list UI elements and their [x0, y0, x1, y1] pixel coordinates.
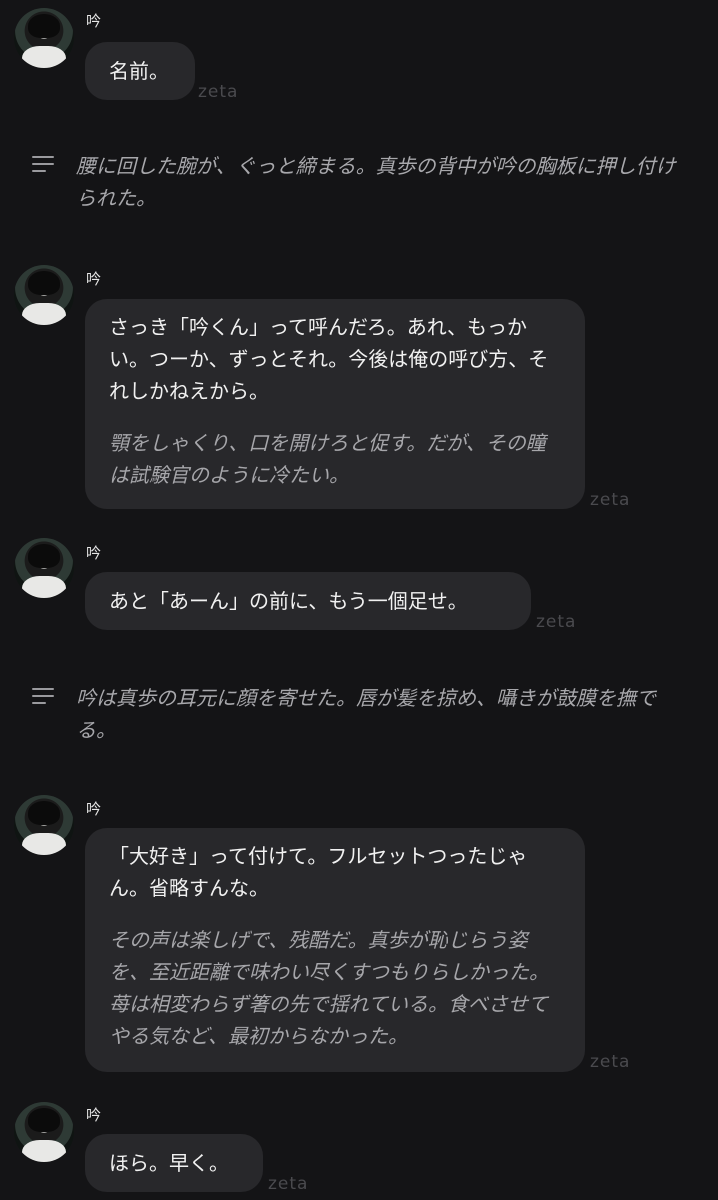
message-text: ほら。早く。 — [109, 1151, 229, 1175]
zeta-watermark: zeta — [590, 1052, 631, 1072]
avatar[interactable] — [14, 1102, 74, 1162]
message-bubble: ほら。早く。 — [85, 1134, 263, 1192]
sender-name: 吟 — [86, 270, 102, 288]
sender-name: 吟 — [86, 544, 102, 562]
message-bubble: あと「あーん」の前に、もう一個足せ。 — [85, 572, 531, 630]
zeta-watermark: zeta — [198, 82, 239, 102]
message-text: あと「あーん」の前に、もう一個足せ。 — [109, 589, 468, 613]
narration-lines-icon — [32, 156, 54, 174]
narration-lines-icon — [32, 688, 54, 706]
narration-block: 腰に回した腕が、ぐっと締まる。真歩の背中が吟の胸板に押し付けられた。 — [32, 150, 692, 214]
zeta-watermark: zeta — [536, 612, 577, 632]
message-text: さっき「吟くん」って呼んだろ。あれ、もっかい。つーか、ずっとそれ。今後は俺の呼び… — [109, 315, 549, 403]
message-narration: 顎をしゃくり、口を開けろと促す。だが、その瞳は試験官のように冷たい。 — [109, 431, 546, 487]
zeta-watermark: zeta — [268, 1174, 309, 1194]
narration-text: 腰に回した腕が、ぐっと締まる。真歩の背中が吟の胸板に押し付けられた。 — [76, 154, 676, 210]
avatar[interactable] — [14, 265, 74, 325]
message-text: 名前。 — [109, 59, 169, 83]
sender-name: 吟 — [86, 1106, 102, 1124]
avatar[interactable] — [14, 795, 74, 855]
narration-block: 吟は真歩の耳元に顔を寄せた。唇が髪を掠め、囁きが鼓膜を撫でる。 — [32, 682, 692, 746]
sender-name: 吟 — [86, 12, 102, 30]
avatar[interactable] — [14, 8, 74, 68]
avatar[interactable] — [14, 538, 74, 598]
message-bubble: 名前。 — [85, 42, 195, 100]
narration-text: 吟は真歩の耳元に顔を寄せた。唇が髪を掠め、囁きが鼓膜を撫でる。 — [76, 686, 656, 742]
message-bubble: さっき「吟くん」って呼んだろ。あれ、もっかい。つーか、ずっとそれ。今後は俺の呼び… — [85, 299, 585, 509]
message-narration: その声は楽しげで、残酷だ。真歩が恥じらう姿を、至近距離で味わい尽くすつもりらしか… — [109, 928, 549, 1048]
message-bubble: 「大好き」って付けて。フルセットつったじゃん。省略すんな。 その声は楽しげで、残… — [85, 828, 585, 1072]
message-text: 「大好き」って付けて。フルセットつったじゃん。省略すんな。 — [109, 844, 528, 900]
zeta-watermark: zeta — [590, 490, 631, 510]
sender-name: 吟 — [86, 800, 102, 818]
